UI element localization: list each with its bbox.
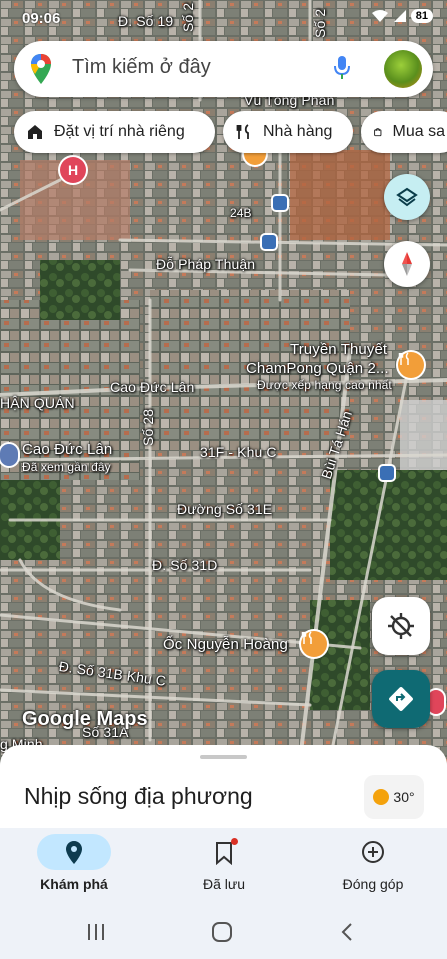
map-label-street: Đỗ Pháp Thuận	[156, 256, 256, 272]
restaurant-marker[interactable]	[398, 352, 424, 378]
location-disabled-icon	[388, 613, 414, 639]
notification-dot	[231, 838, 238, 845]
shopping-bag-icon	[374, 128, 382, 137]
home-icon	[28, 125, 42, 139]
google-maps-logo: Google Maps	[22, 708, 148, 730]
status-icons: 81	[371, 9, 433, 23]
map-label-street: 24B	[230, 206, 252, 220]
compass-icon	[402, 252, 412, 276]
back-icon[interactable]	[340, 922, 354, 942]
chip-restaurants[interactable]: Nhà hàng	[223, 111, 353, 153]
nav-label: Đóng góp	[342, 876, 404, 892]
weather-badge[interactable]: 30°	[364, 775, 424, 819]
battery-indicator: 81	[410, 9, 433, 23]
map-label-street: Cao Đức Lân	[110, 379, 195, 395]
map-label-street: Số 28	[140, 408, 156, 446]
fork-knife-icon	[301, 631, 312, 644]
bus-stop-icon[interactable]	[380, 466, 394, 480]
signal-icon	[393, 10, 406, 22]
chip-label: Mua sa	[392, 123, 445, 140]
temperature: 30°	[393, 789, 415, 805]
chip-set-home[interactable]: Đặt vị trí nhà riêng	[14, 111, 215, 153]
sun-icon	[373, 789, 390, 805]
bus-stop-icon[interactable]	[262, 235, 276, 249]
map-label-street: Đ. Số 31D	[152, 557, 218, 573]
system-navigation-bar	[0, 908, 447, 959]
chip-label: Nhà hàng	[263, 123, 333, 140]
explore-pin-icon	[66, 841, 82, 864]
nav-label: Đã lưu	[202, 876, 246, 892]
search-bar[interactable]: Tìm kiếm ở đây	[14, 41, 433, 97]
wifi-icon	[371, 10, 388, 22]
map-label-poi: Truyền Thuyết	[290, 341, 388, 358]
nav-label: Khám phá	[40, 876, 108, 892]
chip-shopping[interactable]: Mua sa	[361, 111, 447, 153]
my-location-button[interactable]	[372, 597, 430, 655]
hospital-marker[interactable]	[428, 690, 444, 714]
status-bar: 09:06 81	[0, 0, 447, 36]
directions-button[interactable]	[372, 670, 430, 728]
bookmark-icon	[216, 842, 232, 865]
map-label-street: 31F - Khu C	[200, 444, 277, 460]
chip-label: Đặt vị trí nhà riêng	[54, 123, 185, 140]
map-label-poi-note: Được xếp hạng cao nhất	[257, 378, 392, 392]
bus-stop-icon[interactable]	[273, 196, 287, 210]
sheet-drag-handle[interactable]	[200, 755, 247, 759]
tab-explore[interactable]: Khám phá	[0, 828, 148, 908]
microphone-icon[interactable]	[332, 54, 352, 82]
hospital-marker[interactable]: H	[60, 157, 86, 183]
recent-apps-icon[interactable]	[86, 923, 106, 941]
map-label-place: Cao Đức Lân	[22, 441, 113, 458]
search-input[interactable]: Tìm kiếm ở đây	[72, 56, 211, 79]
map-label-place-note: Đã xem gần đây	[22, 460, 111, 474]
layers-icon	[396, 187, 418, 207]
map-label-poi: Ốc Nguyễn Hoàng	[163, 636, 288, 653]
map-label-street: Đường Số 31E	[177, 501, 273, 517]
restaurant-icon	[236, 124, 249, 139]
tab-contribute[interactable]: Đóng góp	[299, 828, 447, 908]
google-maps-pin-icon	[31, 54, 51, 84]
directions-icon	[389, 687, 413, 711]
layers-button[interactable]	[384, 174, 430, 220]
compass-button[interactable]	[384, 241, 430, 287]
add-circle-icon	[362, 841, 384, 863]
map-label-poi: ChamPong Quận 2...	[246, 360, 389, 377]
sheet-title: Nhịp sống địa phương	[24, 783, 253, 809]
bottom-nav: Khám phá Đã lưu Đóng góp	[0, 828, 447, 908]
viewed-place-marker[interactable]	[0, 444, 18, 466]
home-button-icon[interactable]	[211, 922, 233, 942]
tab-saved[interactable]: Đã lưu	[150, 828, 298, 908]
status-time: 09:06	[22, 10, 61, 27]
restaurant-marker[interactable]	[301, 631, 327, 657]
map-label-area: HẬN QUÁN	[0, 395, 75, 411]
avatar[interactable]	[384, 50, 422, 88]
fork-knife-icon	[398, 352, 409, 365]
